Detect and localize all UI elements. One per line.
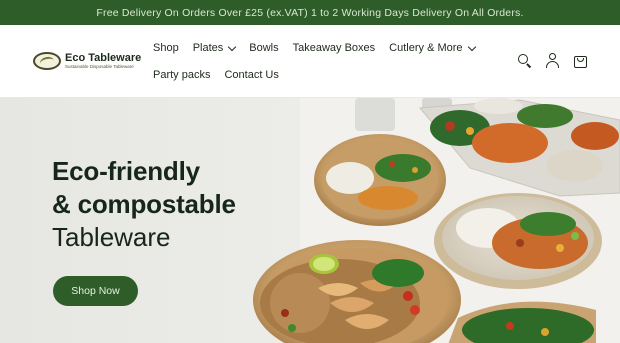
header-icons: [517, 53, 588, 69]
nav-row-2: Party packs Contact Us: [153, 66, 483, 84]
bowl-image: [434, 193, 602, 289]
announcement-bar: Free Delivery On Orders Over £25 (ex.VAT…: [0, 0, 620, 25]
nav-item-shop[interactable]: Shop: [153, 42, 179, 54]
chevron-down-icon: [467, 42, 476, 51]
hero-banner: Eco-friendly & compostable Tableware Sho…: [0, 98, 620, 343]
nav-label: Bowls: [249, 42, 279, 54]
hero-line-2: & compostable: [52, 189, 236, 219]
nav-item-cutlery[interactable]: Cutlery & More: [389, 42, 476, 54]
account-icon[interactable]: [545, 53, 560, 68]
logo-title: Eco Tableware: [65, 51, 142, 64]
compartment-plate-image: [314, 134, 446, 226]
nav-item-bowls[interactable]: Bowls: [249, 42, 278, 54]
nav-row-1: Shop Plates Bowls Takeaway Boxes Cutlery…: [153, 39, 483, 57]
main-nav: Shop Plates Bowls Takeaway Boxes Cutlery…: [153, 39, 483, 93]
shop-now-button[interactable]: Shop Now: [53, 276, 138, 306]
nav-item-plates[interactable]: Plates: [192, 42, 237, 54]
nav-label: Plates: [192, 42, 224, 54]
chevron-down-icon: [228, 42, 237, 51]
site-header: Eco Tableware Sustainable Disposable Tab…: [0, 25, 620, 98]
logo-leaf-icon: [33, 52, 61, 70]
nav-item-contact[interactable]: Contact Us: [224, 69, 278, 81]
nav-item-takeaway-boxes[interactable]: Takeaway Boxes: [293, 42, 376, 54]
announcement-text: Free Delivery On Orders Over £25 (ex.VAT…: [96, 6, 524, 19]
hero-heading: Eco-friendly & compostable Tableware: [52, 155, 236, 254]
nav-label: Contact Us: [224, 69, 279, 81]
hero-line-3: Tableware: [52, 222, 171, 252]
nav-label: Party packs: [153, 69, 211, 81]
logo-tagline: Sustainable Disposable Tableware: [65, 63, 134, 69]
nav-label: Shop: [153, 42, 179, 54]
search-icon[interactable]: [517, 53, 532, 69]
cart-icon[interactable]: [573, 53, 588, 68]
nav-label: Takeaway Boxes: [292, 42, 376, 54]
site-logo[interactable]: Eco Tableware Sustainable Disposable Tab…: [33, 52, 141, 70]
nav-label: Cutlery & More: [389, 42, 463, 54]
hero-line-1: Eco-friendly: [52, 156, 200, 186]
nav-item-party-packs[interactable]: Party packs: [153, 69, 210, 81]
